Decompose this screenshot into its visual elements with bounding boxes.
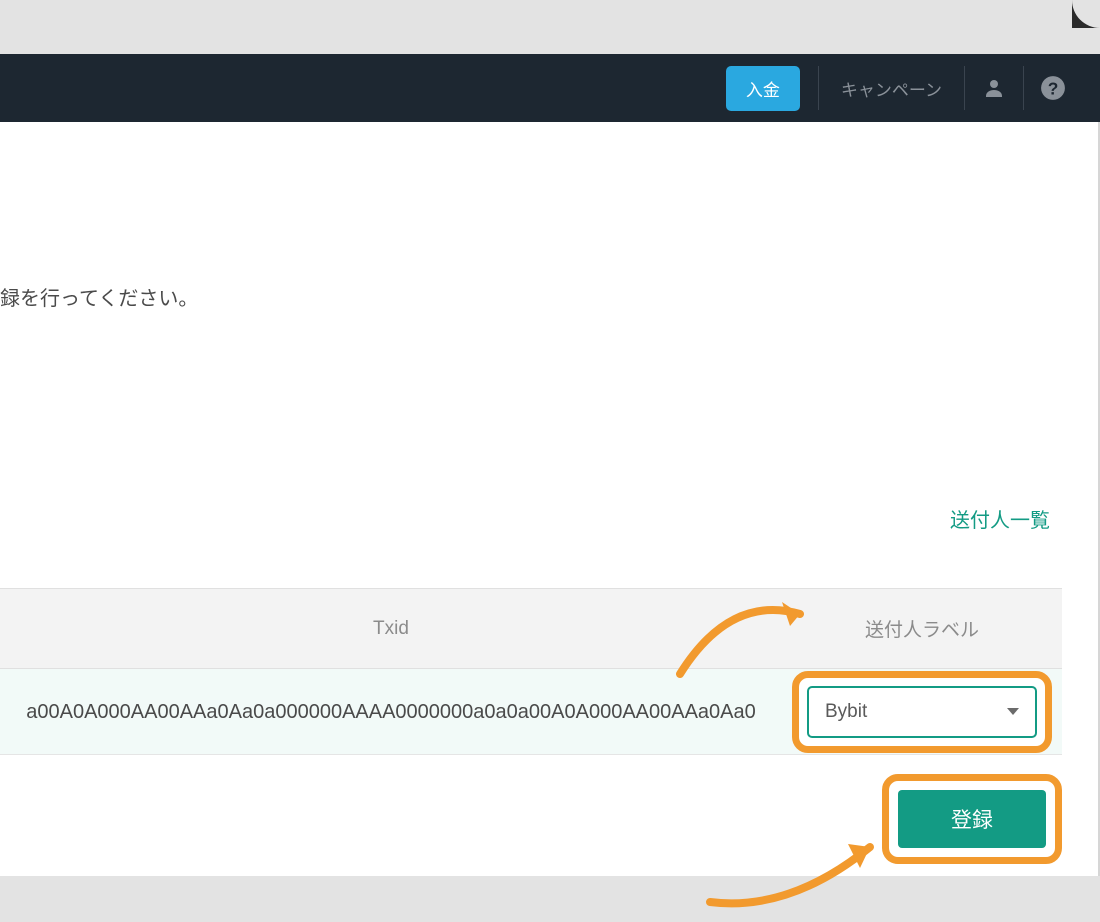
sender-list-link[interactable]: 送付人一覧	[950, 504, 1050, 533]
annotation-arrow-icon	[700, 802, 900, 922]
column-header-txid: Txid	[0, 618, 782, 640]
highlight-annotation: Bybit	[792, 671, 1052, 753]
header-bar: 入金 キャンペーン ?	[0, 54, 1100, 122]
campaign-link[interactable]: キャンペーン	[819, 76, 964, 101]
browser-chrome-spacer	[0, 0, 1100, 54]
select-value: Bybit	[825, 701, 867, 723]
table-header-row: Txid 送付人ラベル	[0, 589, 1062, 669]
txid-value: a00A0A000AA00AAa0Aa0a000000AAAA0000000a0…	[0, 683, 782, 741]
sender-label-cell: Bybit	[782, 671, 1062, 753]
sender-table: Txid 送付人ラベル a00A0A000AA00AAa0Aa0a000000A…	[0, 588, 1062, 755]
register-button[interactable]: 登録	[898, 790, 1046, 848]
highlight-annotation: 登録	[882, 774, 1062, 864]
chevron-down-icon	[1007, 708, 1019, 715]
window-corner	[1072, 0, 1100, 28]
user-menu[interactable]	[965, 76, 1023, 100]
help-menu[interactable]: ?	[1024, 75, 1082, 101]
user-icon	[982, 76, 1006, 100]
table-row: a00A0A000AA00AAa0Aa0a000000AAAA0000000a0…	[0, 669, 1062, 755]
deposit-button[interactable]: 入金	[726, 66, 800, 111]
help-icon: ?	[1040, 75, 1066, 101]
content-area: 録を行ってください。 送付人一覧 Txid 送付人ラベル a00A0A000AA…	[0, 122, 1100, 876]
sender-label-select[interactable]: Bybit	[807, 686, 1037, 738]
register-wrapper: 登録	[882, 774, 1062, 864]
svg-text:?: ?	[1048, 79, 1059, 99]
column-header-sender-label: 送付人ラベル	[782, 615, 1062, 642]
instruction-text: 録を行ってください。	[0, 282, 198, 311]
